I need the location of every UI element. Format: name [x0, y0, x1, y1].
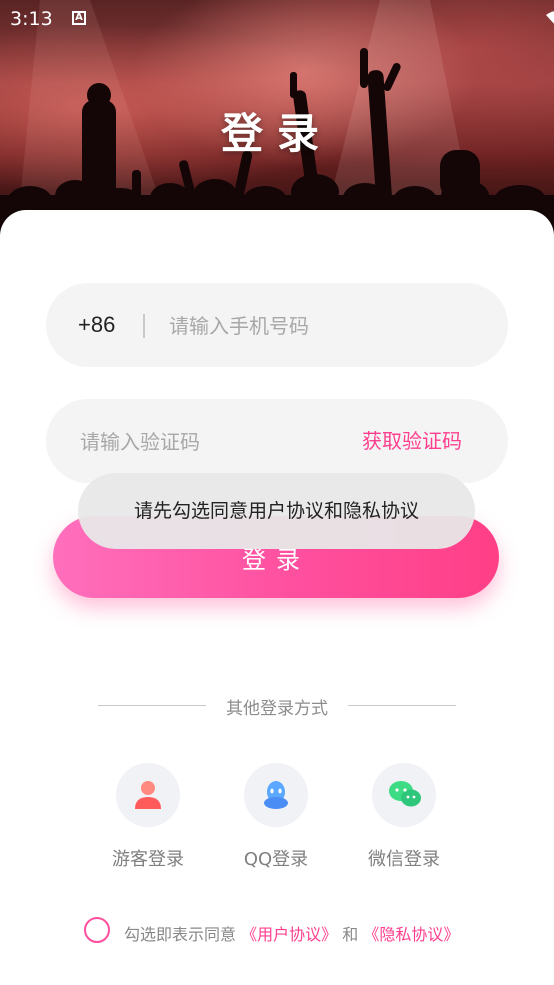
qq-login-icon-wrap[interactable] — [244, 763, 308, 827]
wechat-login-icon-wrap[interactable] — [372, 763, 436, 827]
wechat-login-label: 微信登录 — [368, 849, 440, 870]
phone-input[interactable] — [167, 283, 471, 369]
status-bar: 3:13 A — [0, 0, 554, 36]
phone-field: +86 — [46, 283, 508, 369]
country-code-selector[interactable]: +86 — [78, 283, 115, 367]
status-time: 3:13 — [10, 8, 53, 30]
user-agreement-link[interactable]: 《用户协议》 — [241, 925, 337, 944]
wechat-login-button[interactable]: 微信登录 — [349, 763, 459, 871]
divider-line-right — [348, 705, 456, 706]
qq-penguin-icon — [264, 781, 288, 809]
verification-code-field: 获取验证码 — [46, 399, 508, 485]
guest-person-icon — [135, 781, 161, 809]
header-background-image: 3:13 A 登录 — [0, 0, 554, 240]
privacy-agreement-link[interactable]: 《隐私协议》 — [363, 925, 459, 944]
qq-login-button[interactable]: QQ登录 — [221, 763, 331, 871]
guest-login-label: 游客登录 — [112, 849, 184, 870]
other-login-title: 其他登录方式 — [226, 699, 328, 719]
wechat-icon — [389, 781, 421, 807]
agreement-text: 勾选即表示同意 《用户协议》 和 《隐私协议》 — [124, 921, 459, 945]
other-login-divider: 其他登录方式 — [0, 690, 554, 720]
agreement-prefix: 勾选即表示同意 — [124, 925, 237, 944]
get-code-button[interactable]: 获取验证码 — [362, 399, 462, 483]
agreement-row: 勾选即表示同意 《用户协议》 和 《隐私协议》 — [84, 915, 504, 949]
toast-message: 请先勾选同意用户协议和隐私协议 — [78, 473, 475, 549]
agreement-checkbox[interactable] — [84, 917, 110, 943]
agreement-connector: 和 — [342, 925, 359, 944]
field-divider — [143, 314, 145, 338]
login-card: +86 获取验证码 登录 请先勾选同意用户协议和隐私协议 其他登录方式 游客登录 — [0, 210, 554, 985]
guest-login-button[interactable]: 游客登录 — [93, 763, 203, 871]
qq-login-label: QQ登录 — [243, 849, 309, 870]
guest-login-icon-wrap[interactable] — [116, 763, 180, 827]
notification-a-icon: A — [72, 11, 86, 25]
wifi-icon — [546, 11, 554, 24]
page-title: 登录 — [220, 109, 333, 158]
